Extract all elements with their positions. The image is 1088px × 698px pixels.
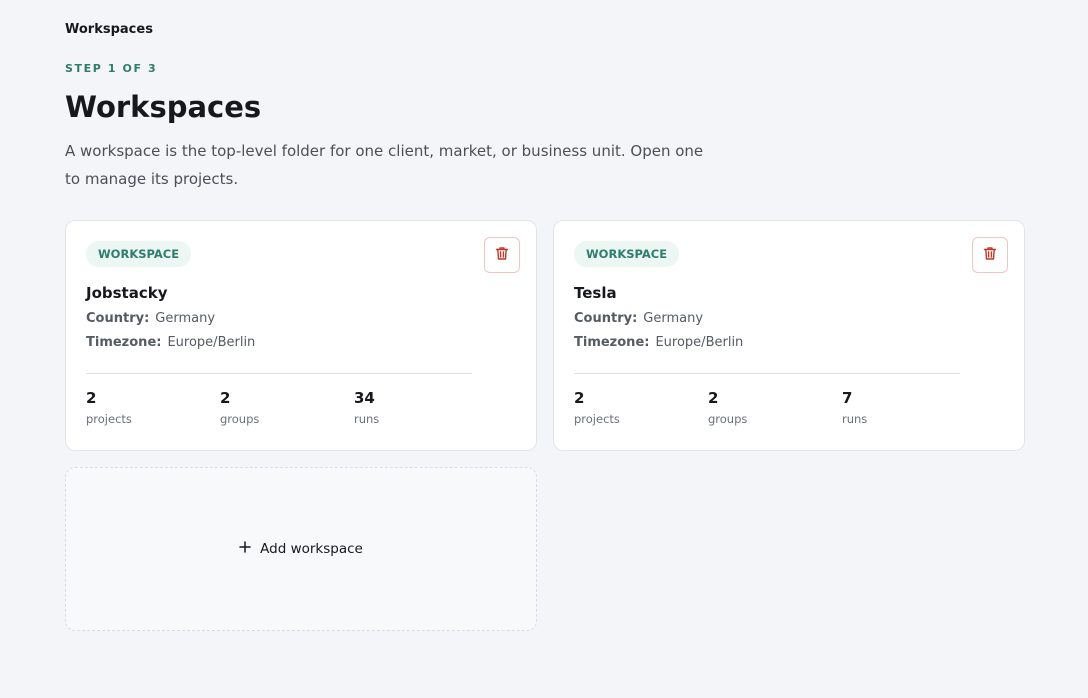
stat-value: 2 bbox=[86, 389, 97, 407]
stat-label: groups bbox=[220, 412, 260, 426]
stat-value: 2 bbox=[220, 389, 231, 407]
stat-groups: 2 groups bbox=[220, 389, 259, 426]
workspace-badge: WORKSPACE bbox=[86, 241, 192, 267]
stat-label: projects bbox=[574, 412, 620, 426]
stat-projects: 2 projects bbox=[574, 389, 620, 426]
trash-icon bbox=[495, 246, 509, 264]
timezone-label: Timezone: bbox=[574, 335, 650, 350]
stat-runs: 34 runs bbox=[354, 389, 379, 426]
timezone-value: Europe/Berlin bbox=[655, 335, 744, 350]
workspace-name: Jobstacky bbox=[86, 284, 168, 302]
workspace-country: Country: Germany bbox=[574, 311, 703, 326]
stat-runs: 7 runs bbox=[842, 389, 867, 426]
stat-label: runs bbox=[354, 412, 380, 426]
plus-icon bbox=[239, 541, 251, 557]
trash-icon bbox=[983, 246, 997, 264]
stat-value: 2 bbox=[574, 389, 585, 407]
stat-value: 7 bbox=[842, 389, 853, 407]
country-label: Country: bbox=[86, 311, 150, 326]
delete-workspace-button[interactable] bbox=[972, 237, 1008, 273]
stat-label: groups bbox=[708, 412, 748, 426]
delete-workspace-button[interactable] bbox=[484, 237, 520, 273]
breadcrumb[interactable]: Workspaces bbox=[65, 22, 153, 37]
workspace-card-jobstacky[interactable]: WORKSPACE Jobstacky Country: Germany Time… bbox=[65, 220, 537, 451]
workspace-country: Country: Germany bbox=[86, 311, 215, 326]
divider bbox=[86, 373, 472, 374]
divider bbox=[574, 373, 960, 374]
stat-value: 34 bbox=[354, 389, 375, 407]
stat-label: runs bbox=[842, 412, 868, 426]
workspace-name: Tesla bbox=[574, 284, 617, 302]
stat-value: 2 bbox=[708, 389, 719, 407]
timezone-label: Timezone: bbox=[86, 335, 162, 350]
workspace-timezone: Timezone: Europe/Berlin bbox=[574, 335, 743, 350]
workspace-card-tesla[interactable]: WORKSPACE Tesla Country: Germany Timezone… bbox=[553, 220, 1025, 451]
page-title: Workspaces bbox=[65, 90, 262, 124]
page-description: A workspace is the top-level folder for … bbox=[65, 142, 704, 188]
stat-label: projects bbox=[86, 412, 132, 426]
timezone-value: Europe/Berlin bbox=[167, 335, 256, 350]
country-label: Country: bbox=[574, 311, 638, 326]
country-value: Germany bbox=[155, 311, 216, 326]
workspace-badge: WORKSPACE bbox=[574, 241, 680, 267]
stat-projects: 2 projects bbox=[86, 389, 132, 426]
add-workspace-label: Add workspace bbox=[260, 541, 363, 557]
step-indicator: STEP 1 OF 3 bbox=[65, 62, 158, 75]
country-value: Germany bbox=[643, 311, 704, 326]
workspace-timezone: Timezone: Europe/Berlin bbox=[86, 335, 255, 350]
add-workspace-button[interactable]: Add workspace bbox=[65, 467, 537, 631]
stat-groups: 2 groups bbox=[708, 389, 747, 426]
